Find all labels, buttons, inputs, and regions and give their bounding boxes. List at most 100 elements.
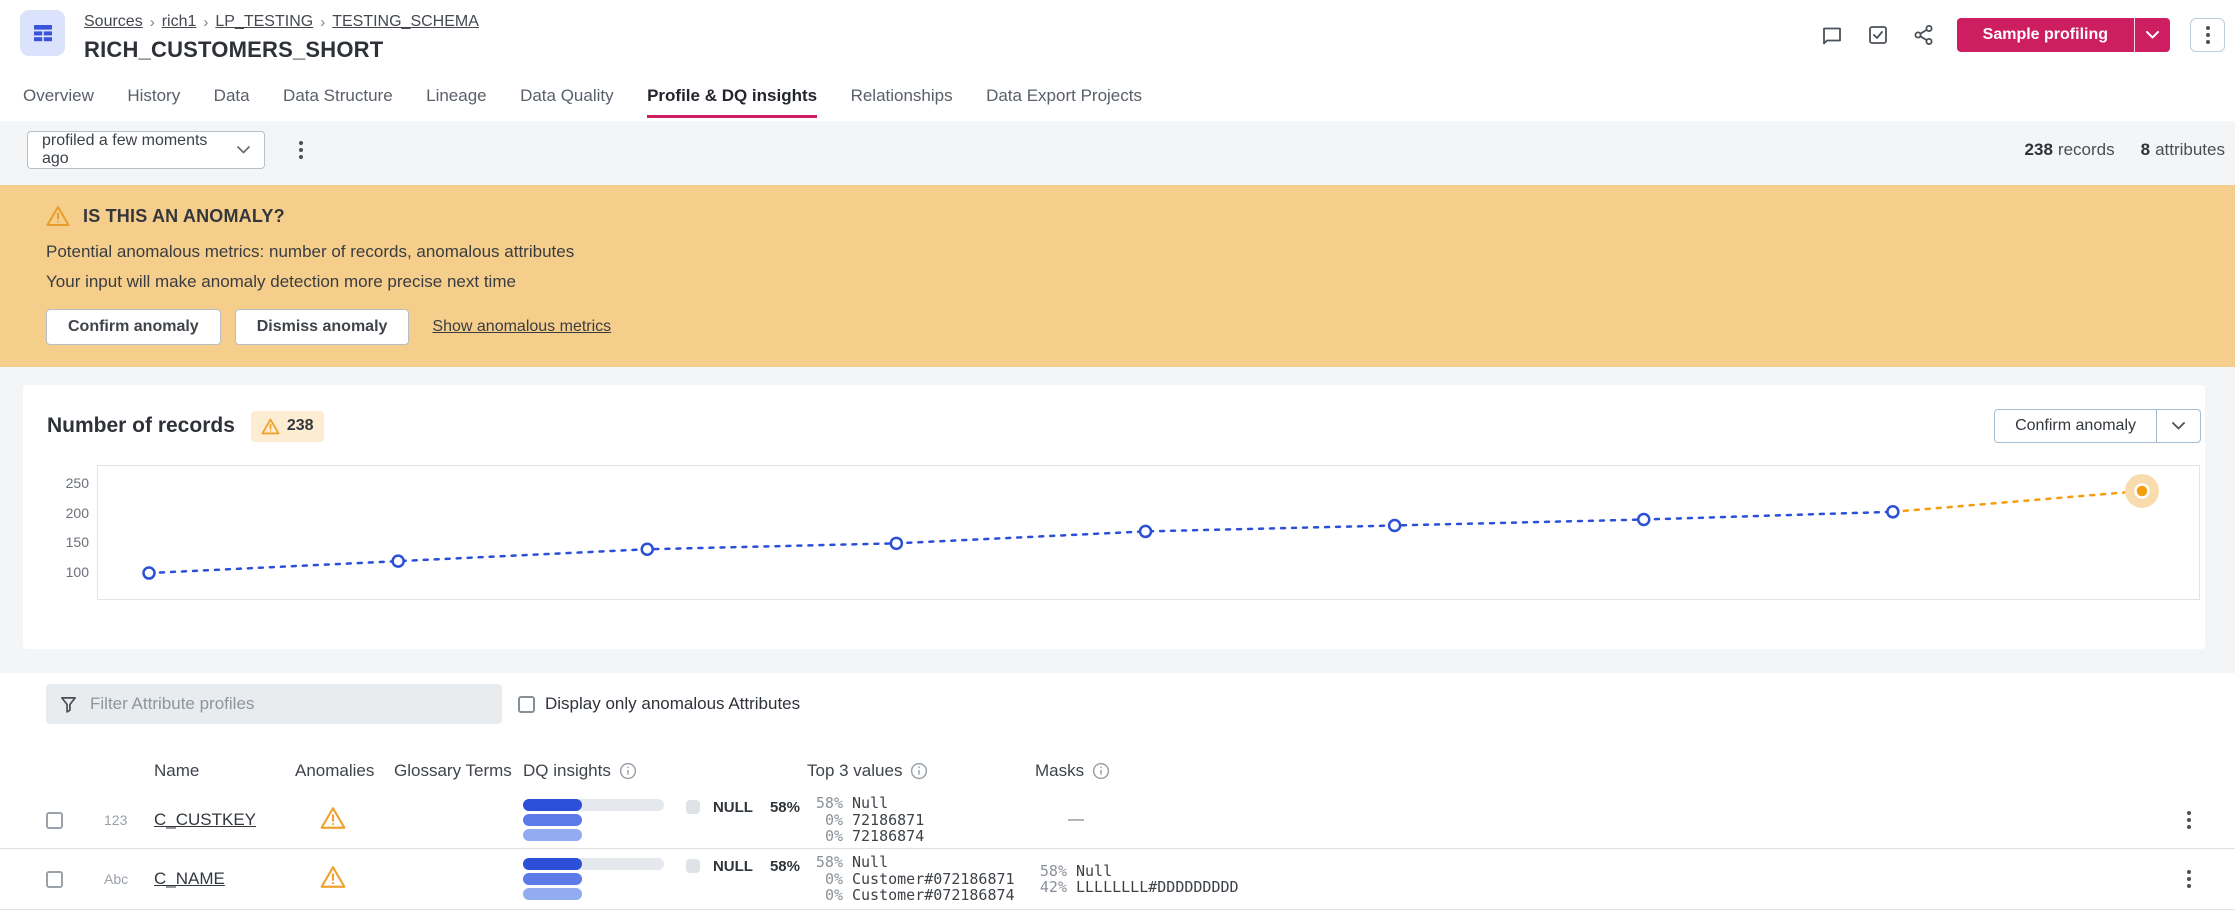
table-row-c-name: Abc C_NAME NULL 58% <box>0 849 2235 910</box>
tab-data[interactable]: Data <box>214 86 250 115</box>
profile-more-menu-button[interactable] <box>299 141 303 159</box>
filter-funnel-icon <box>60 696 77 713</box>
attribute-table-header: Name Anomalies Glossary Terms DQ insight… <box>0 750 2235 792</box>
warning-triangle-icon <box>320 806 346 830</box>
tab-data-structure[interactable]: Data Structure <box>283 86 393 115</box>
breadcrumb-lp-testing[interactable]: LP_TESTING <box>215 13 313 31</box>
null-legend: NULL 58% <box>686 799 800 816</box>
y-tick-label: 250 <box>66 475 89 491</box>
attribute-link-c-name[interactable]: C_NAME <box>154 869 225 888</box>
filter-attributes-input[interactable] <box>90 694 488 714</box>
sample-profiling-split-button: Sample profiling <box>1957 18 2170 52</box>
dq-insights-cell: NULL 58% <box>518 858 800 900</box>
tab-data-quality[interactable]: Data Quality <box>520 86 614 115</box>
chevron-separator-icon: › <box>320 14 325 31</box>
row-checkbox[interactable] <box>46 812 63 829</box>
table-icon <box>32 22 54 44</box>
y-tick-label: 200 <box>66 505 89 521</box>
checkbox-check-icon <box>1866 23 1890 47</box>
masks-cell: 58%Null 42%LLLLLLLL#DDDDDDDDD <box>1028 863 2140 896</box>
attribute-profiles-section: Display only anomalous Attributes Name A… <box>0 673 2235 916</box>
warning-triangle-icon <box>46 205 70 227</box>
table-entity-icon <box>20 10 65 56</box>
tab-history[interactable]: History <box>127 86 180 115</box>
anomaly-banner: IS THIS AN ANOMALY? Potential anomalous … <box>0 185 2235 367</box>
row-checkbox[interactable] <box>46 871 63 888</box>
warning-triangle-icon <box>261 418 280 435</box>
y-tick-label: 150 <box>66 534 89 550</box>
table-row-c-custkey: 123 C_CUSTKEY NULL 58% <box>0 792 2235 849</box>
warning-triangle-icon <box>320 865 346 889</box>
dismiss-anomaly-button[interactable]: Dismiss anomaly <box>235 309 410 345</box>
records-chart: 100 150 200 250 <box>47 465 2205 602</box>
tab-bar: Overview History Data Data Structure Lin… <box>0 72 2235 121</box>
profile-version-label: profiled a few moments ago <box>42 132 237 168</box>
main-content: profiled a few moments ago 238records 8a… <box>0 121 2235 916</box>
number-of-records-card: Number of records 238 Confirm anomaly <box>23 385 2205 649</box>
chart-plot-area <box>97 465 2200 600</box>
tab-data-export-projects[interactable]: Data Export Projects <box>986 86 1142 115</box>
sample-profiling-dropdown-button[interactable] <box>2134 18 2170 52</box>
null-swatch-icon <box>686 859 700 873</box>
kebab-icon <box>299 141 303 159</box>
tab-overview[interactable]: Overview <box>23 86 94 115</box>
card-confirm-anomaly-button[interactable]: Confirm anomaly <box>1995 410 2156 442</box>
chevron-down-icon <box>2146 31 2159 39</box>
attribute-link-c-custkey[interactable]: C_CUSTKEY <box>154 810 256 829</box>
null-legend: NULL 58% <box>686 858 800 875</box>
top-3-values-cell: 58%Null 0%72186871 0%72186874 <box>800 795 1028 845</box>
breadcrumb: Sources › rich1 › LP_TESTING › TESTING_S… <box>84 10 479 31</box>
records-count: 238records <box>2025 140 2115 160</box>
null-swatch-icon <box>686 800 700 814</box>
row-more-menu-button[interactable] <box>2140 811 2235 829</box>
banner-line2: Your input will make anomaly detection m… <box>46 272 2189 292</box>
y-tick-label: 100 <box>66 564 89 580</box>
profile-toolbar: profiled a few moments ago 238records 8a… <box>0 121 2235 169</box>
info-icon[interactable] <box>910 762 928 780</box>
kebab-icon <box>2187 870 2191 888</box>
share-icon <box>1912 23 1936 47</box>
badge-value: 238 <box>287 417 314 435</box>
anomaly-count-badge: 238 <box>251 411 324 442</box>
chevron-down-icon <box>237 146 250 154</box>
confirm-anomaly-button[interactable]: Confirm anomaly <box>46 309 221 345</box>
comments-button[interactable] <box>1819 22 1845 48</box>
display-only-anomalous-checkbox[interactable] <box>518 696 535 713</box>
column-header-masks: Masks <box>1035 761 1084 781</box>
column-header-anomalies: Anomalies <box>288 761 388 781</box>
comment-bubble-icon <box>1820 23 1844 47</box>
page-title: RICH_CUSTOMERS_SHORT <box>84 37 479 63</box>
breadcrumb-sources[interactable]: Sources <box>84 13 143 31</box>
info-icon[interactable] <box>619 762 637 780</box>
data-type-badge: 123 <box>96 812 148 828</box>
dq-bars <box>523 799 664 841</box>
banner-line1: Potential anomalous metrics: number of r… <box>46 242 2189 262</box>
masks-cell-empty: — <box>1028 811 2140 829</box>
sample-profiling-button[interactable]: Sample profiling <box>1957 18 2134 52</box>
share-button[interactable] <box>1911 22 1937 48</box>
chart-y-axis: 100 150 200 250 <box>47 465 89 600</box>
filter-attributes-box <box>46 684 502 724</box>
tab-profile-dq-insights[interactable]: Profile & DQ insights <box>647 86 817 118</box>
banner-title: IS THIS AN ANOMALY? <box>83 206 285 227</box>
profile-version-dropdown[interactable]: profiled a few moments ago <box>27 131 265 169</box>
profile-counts: 238records 8attributes <box>2025 140 2225 160</box>
column-header-name: Name <box>148 761 288 781</box>
info-icon[interactable] <box>1092 762 1110 780</box>
breadcrumb-testing-schema[interactable]: TESTING_SCHEMA <box>332 13 479 31</box>
tasks-button[interactable] <box>1865 22 1891 48</box>
show-anomalous-metrics-link[interactable]: Show anomalous metrics <box>432 318 611 336</box>
column-header-glossary-terms: Glossary Terms <box>388 761 518 781</box>
top-3-values-cell: 58%Null 0%Customer#072186871 0%Customer#… <box>800 854 1028 904</box>
column-header-dq-insights: DQ insights <box>523 761 611 781</box>
tab-relationships[interactable]: Relationships <box>851 86 953 115</box>
display-only-anomalous-label: Display only anomalous Attributes <box>545 694 800 714</box>
attributes-count: 8attributes <box>2141 140 2225 160</box>
tab-lineage[interactable]: Lineage <box>426 86 487 115</box>
page-header: Sources › rich1 › LP_TESTING › TESTING_S… <box>0 0 2235 72</box>
chevron-separator-icon: › <box>150 14 155 31</box>
header-more-menu-button[interactable] <box>2190 18 2225 52</box>
breadcrumb-rich1[interactable]: rich1 <box>162 13 197 31</box>
card-confirm-dropdown-button[interactable] <box>2156 410 2200 442</box>
row-more-menu-button[interactable] <box>2140 870 2235 888</box>
